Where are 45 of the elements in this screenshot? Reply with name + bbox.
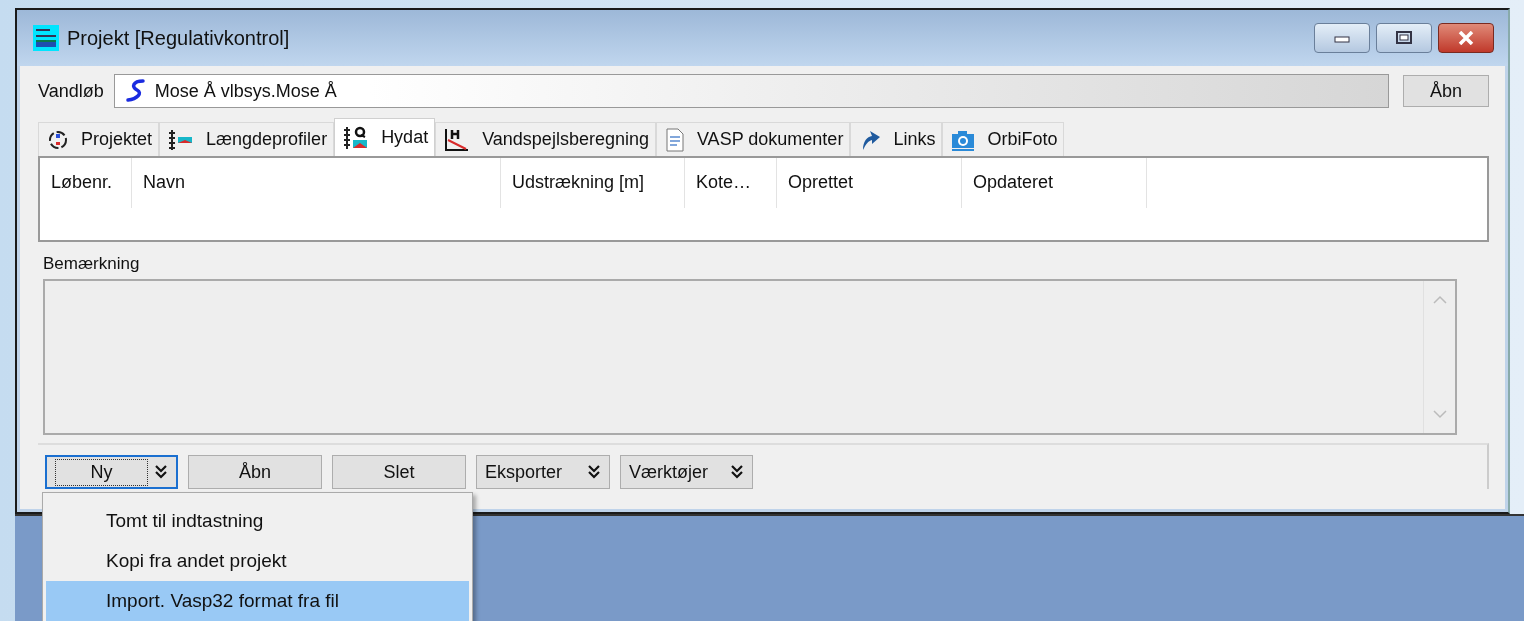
camera-icon [951,128,976,151]
chart-icon [444,127,471,152]
watercourse-field[interactable]: Mose Å vlbsys.Mose Å [113,74,1389,108]
hydat-icon [343,125,370,150]
column-header[interactable]: Navn [132,158,501,208]
remark-field[interactable] [43,279,1457,435]
watercourse-label: Vandløb [38,80,104,102]
column-header[interactable]: Løbenr. [40,158,132,208]
dropdown-button[interactable]: Ny [45,455,178,489]
minimize-button[interactable] [1314,23,1370,53]
window-title: Projekt [Regulativkontrol] [67,26,290,50]
app-icon [33,25,59,51]
tab[interactable]: Vandspejlsberegning [435,122,656,156]
maximize-icon [1395,31,1413,45]
minimize-icon [1333,33,1351,43]
toolbar-button[interactable]: Åbn [188,455,322,489]
menu-item[interactable]: Tomt til indtastning [46,501,469,541]
open-button[interactable]: Åbn [1403,75,1489,107]
document-icon [664,127,685,152]
tab[interactable]: Projektet [38,122,160,156]
dropdown-button[interactable]: Værktøjer [620,455,753,489]
tab[interactable]: OrbiFoto [942,122,1065,156]
menu-item[interactable]: Kopi fra andet projekt [46,541,469,581]
cycle-icon [47,128,69,151]
menu-item[interactable]: Import. Vasp32 format fra fil [46,581,469,621]
tab[interactable]: Længdeprofiler [159,122,335,156]
column-header[interactable]: Udstrækning [m] [501,158,685,208]
remark-label: Bemærkning [43,254,141,275]
column-header[interactable]: Oprettet [777,158,962,208]
maximize-button[interactable] [1376,23,1432,53]
chevron-down-icon [154,464,168,480]
list-view[interactable]: Løbenr. Navn Udstrækning [m] Kote… Oprettet Opdateret [38,156,1489,242]
chevron-down-icon [587,464,601,480]
close-button[interactable] [1438,23,1494,53]
toolbar-button[interactable]: Slet [332,455,466,489]
tab[interactable]: Hydat [334,118,436,156]
column-header[interactable]: Opdateret [962,158,1147,208]
tab[interactable]: Links [850,122,943,156]
river-icon [124,79,147,103]
close-icon [1457,31,1475,45]
dropdown-button[interactable]: Eksporter [476,455,610,489]
chevron-down-icon [730,464,744,480]
column-header[interactable]: Kote… [685,158,777,208]
tab[interactable]: VASP dokumenter [655,122,851,156]
profile-icon [168,128,195,151]
